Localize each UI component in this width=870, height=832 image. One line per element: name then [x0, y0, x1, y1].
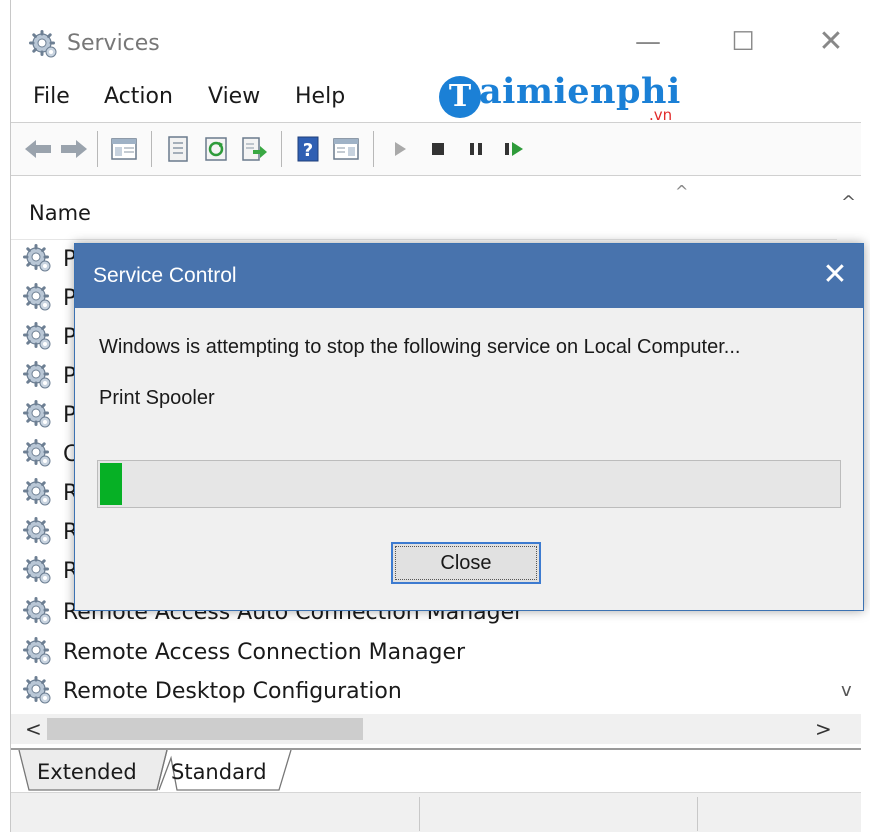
service-gear-icon: [23, 244, 52, 273]
stop-service-icon[interactable]: [421, 132, 455, 166]
service-gear-icon: [23, 637, 52, 666]
menu-bar: File Action View Help: [11, 72, 861, 120]
dialog-title: Service Control: [93, 264, 237, 287]
toolbar-separator: [97, 131, 98, 167]
show-hide-console-tree-icon[interactable]: [107, 132, 141, 166]
toolbar: ?: [11, 122, 861, 176]
service-gear-icon: [23, 517, 52, 546]
view-tabs: Extended Standard: [11, 748, 861, 792]
dialog-service-name: Print Spooler: [99, 387, 215, 409]
stop-progress-bar: [97, 460, 841, 508]
service-gear-icon: [23, 556, 52, 585]
menu-file[interactable]: File: [33, 84, 70, 109]
restart-service-icon[interactable]: [497, 132, 531, 166]
status-divider: [419, 797, 420, 831]
toolbar-separator: [281, 131, 282, 167]
tab-standard[interactable]: Standard: [171, 760, 267, 784]
window-title: Services: [67, 31, 160, 56]
toolbar-separator: [151, 131, 152, 167]
close-window-button[interactable]: ✕: [811, 26, 851, 62]
tab-extended[interactable]: Extended: [37, 760, 137, 784]
list-item-label: Remote Access Connection Manager: [63, 640, 466, 665]
service-gear-icon: [23, 322, 52, 351]
start-service-icon[interactable]: [383, 132, 417, 166]
service-gear-icon: [23, 439, 52, 468]
export-list-icon[interactable]: [237, 132, 271, 166]
minimize-button[interactable]: —: [628, 26, 668, 62]
service-gear-icon: [23, 478, 52, 507]
dialog-message: Windows is attempting to stop the follow…: [99, 336, 741, 358]
menu-help[interactable]: Help: [295, 84, 345, 109]
svg-text:?: ?: [303, 140, 313, 161]
service-gear-icon: [23, 676, 52, 705]
status-divider: [697, 797, 698, 831]
scroll-left-icon[interactable]: <: [25, 717, 42, 741]
close-button[interactable]: Close: [391, 542, 541, 584]
dialog-close-icon[interactable]: ✕: [813, 254, 857, 298]
maximize-button[interactable]: ☐: [723, 26, 763, 62]
list-item[interactable]: Remote Access Connection Manager: [23, 633, 833, 671]
toolbar-separator: [373, 131, 374, 167]
status-bar: [11, 792, 861, 832]
title-bar: Services — ☐ ✕: [11, 14, 861, 70]
scroll-up-icon[interactable]: ^: [841, 192, 856, 213]
dialog-title-bar: Service Control ✕: [75, 244, 863, 308]
service-gear-icon: [23, 400, 52, 429]
menu-view[interactable]: View: [208, 84, 260, 109]
list-item-label: Remote Desktop Configuration: [63, 679, 402, 704]
show-hide-action-pane-icon[interactable]: [329, 132, 363, 166]
service-gear-icon: [23, 283, 52, 312]
list-item[interactable]: Remote Desktop Configuration: [23, 672, 833, 710]
sort-ascending-icon: ^: [675, 182, 689, 201]
service-control-dialog: Service Control ✕ Windows is attempting …: [74, 243, 864, 611]
services-app-icon: [29, 30, 58, 59]
column-name-label: Name: [29, 201, 91, 225]
progress-fill: [100, 463, 122, 505]
forward-arrow-icon[interactable]: [57, 132, 91, 166]
service-gear-icon: [23, 597, 52, 626]
scrollbar-thumb[interactable]: [47, 718, 363, 740]
horizontal-scrollbar[interactable]: < >: [11, 714, 861, 744]
refresh-icon[interactable]: [199, 132, 233, 166]
column-header-name[interactable]: Name ^: [11, 182, 837, 240]
menu-action[interactable]: Action: [104, 84, 173, 109]
back-arrow-icon[interactable]: [21, 132, 55, 166]
help-icon[interactable]: ?: [291, 132, 325, 166]
scroll-down-icon[interactable]: v: [841, 680, 852, 701]
watermark-logo-letter: T: [439, 76, 481, 118]
pause-service-icon[interactable]: [459, 132, 493, 166]
scroll-right-icon[interactable]: >: [815, 717, 832, 741]
service-gear-icon: [23, 361, 52, 390]
properties-icon[interactable]: [161, 132, 195, 166]
